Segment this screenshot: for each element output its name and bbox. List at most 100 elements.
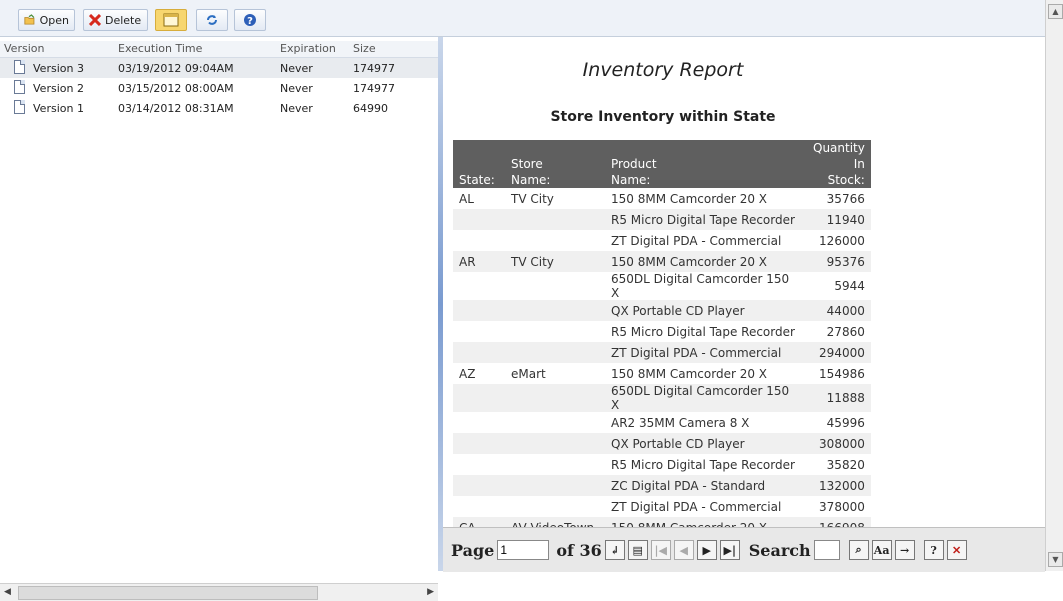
svg-text:?: ? (247, 16, 253, 27)
cell-state (453, 272, 505, 300)
cell-quantity: 5944 (834, 279, 865, 293)
first-page-icon: |◀ (654, 543, 667, 557)
table-row: AL TV City 150 8MM Camcorder 20 X 35766 (453, 188, 871, 209)
cell-store-name (505, 475, 605, 496)
search-input[interactable] (813, 540, 840, 560)
cell-product-name: 650DL Digital Camcorder 150 X (605, 384, 807, 412)
execution-time: 03/14/2012 08:31AM (118, 102, 234, 115)
cell-quantity: 27860 (826, 324, 865, 339)
cell-quantity: 294000 (807, 342, 871, 363)
page-number-input[interactable] (497, 540, 550, 560)
version-name: Version 3 (33, 62, 84, 75)
refresh-button[interactable] (196, 9, 228, 31)
cell-product-name: ZC Digital PDA - Standard (605, 475, 807, 496)
table-row: ZC Digital PDA - Standard 132000 (453, 475, 871, 496)
page-label: Page (451, 540, 495, 560)
cell-quantity: 308000 (807, 433, 871, 454)
cell-product-name: AR2 35MM Camera 8 X (611, 415, 750, 430)
cell-state (453, 300, 505, 321)
table-row: AR2 35MM Camera 8 X 45996 (453, 412, 871, 433)
scroll-down-icon[interactable]: ▼ (1048, 552, 1063, 567)
execution-time: 03/15/2012 08:00AM (118, 82, 234, 95)
version-row[interactable]: Version 3 03/19/2012 09:04AM Never 17497… (0, 58, 438, 78)
toggle-view-button[interactable] (155, 9, 187, 31)
expiration: Never (280, 62, 313, 75)
close-report-button[interactable]: ✕ (946, 540, 967, 560)
match-case-icon: Aa (873, 543, 890, 557)
cell-state: AR (453, 251, 505, 272)
first-page-button[interactable]: |◀ (650, 540, 671, 560)
scroll-left-icon[interactable]: ◀ (4, 587, 11, 597)
table-row: ZT Digital PDA - Commercial 126000 (453, 230, 871, 251)
next-page-button[interactable]: ▶ (696, 540, 717, 560)
vertical-scrollbar[interactable]: ▲ ▼ (1045, 0, 1063, 571)
version-row[interactable]: Version 2 03/15/2012 08:00AM Never 17497… (0, 78, 438, 98)
cell-quantity: 166908 (807, 517, 871, 527)
cell-state: AL (459, 191, 474, 206)
cell-store-name (505, 230, 605, 251)
search-next-button[interactable]: → (894, 540, 915, 560)
table-of-contents-button[interactable]: ▤ (627, 540, 648, 560)
cell-product-name: ZT Digital PDA - Commercial (605, 342, 807, 363)
table-row: QX Portable CD Player 308000 (453, 433, 871, 454)
report-title: Inventory Report (582, 59, 744, 81)
size: 64990 (353, 102, 388, 115)
cell-store-name (505, 496, 605, 517)
help-button-report[interactable]: ? (923, 540, 944, 560)
cell-quantity: 378000 (819, 499, 865, 514)
cell-product-name: 150 8MM Camcorder 20 X (605, 517, 807, 527)
toolbar: Open Delete ? (0, 0, 1045, 37)
cell-state (453, 321, 505, 342)
scroll-up-icon[interactable]: ▲ (1048, 4, 1063, 19)
open-button[interactable]: Open (18, 9, 75, 31)
delete-label: Delete (105, 13, 142, 27)
search-label: Search (748, 540, 811, 560)
open-label: Open (39, 13, 69, 27)
cell-quantity: 11940 (807, 209, 871, 230)
cell-store-name (505, 209, 605, 230)
scroll-thumb[interactable] (18, 586, 318, 600)
go-to-page-button[interactable]: ↲ (604, 540, 625, 560)
column-header-execution-time[interactable]: Execution Time (118, 42, 202, 55)
column-header-version[interactable]: Version (4, 42, 44, 55)
cell-store-name (505, 342, 605, 363)
last-page-button[interactable]: ▶| (719, 540, 740, 560)
report-subtitle: Store Inventory within State (550, 109, 776, 125)
version-row[interactable]: Version 1 03/14/2012 08:31AM Never 64990 (0, 98, 438, 118)
header-product-name: Product Name: (605, 140, 807, 188)
scroll-right-icon[interactable]: ▶ (427, 587, 434, 597)
table-row: ZT Digital PDA - Commercial 378000 (453, 496, 871, 517)
last-page-icon: ▶| (723, 543, 736, 557)
table-header-row: State: Store Name: Product Name: Quantity I… (453, 140, 871, 188)
close-icon: ✕ (952, 543, 962, 557)
document-icon (14, 60, 25, 74)
cell-store-name (505, 272, 605, 300)
cell-state (453, 433, 505, 454)
column-header-expiration[interactable]: Expiration (280, 42, 336, 55)
help-button[interactable]: ? (234, 9, 266, 31)
go-arrow-icon: ↲ (610, 543, 620, 557)
version-name: Version 2 (33, 82, 84, 95)
table-row: R5 Micro Digital Tape Recorder 11940 (453, 209, 871, 230)
delete-button[interactable]: Delete (83, 9, 148, 31)
document-icon (14, 80, 25, 94)
column-header-size[interactable]: Size (353, 42, 376, 55)
previous-page-button[interactable]: ◀ (673, 540, 694, 560)
versions-panel: Version Execution Time Expiration Size V… (0, 37, 438, 601)
table-row: R5 Micro Digital Tape Recorder 35820 (453, 454, 871, 475)
match-case-button[interactable]: Aa (871, 540, 892, 560)
cell-product-name: ZT Digital PDA - Commercial (611, 499, 782, 514)
cell-product-name: 650DL Digital Camcorder 150 X (611, 272, 790, 300)
cell-state (453, 209, 505, 230)
cell-store-name (505, 454, 605, 475)
cell-product-name: 150 8MM Camcorder 20 X (611, 191, 768, 206)
inventory-table: State: Store Name: Product Name: Quantity I… (453, 140, 871, 527)
horizontal-scrollbar[interactable]: ◀ ▶ (0, 583, 438, 601)
table-row: QX Portable CD Player 44000 (453, 300, 871, 321)
previous-page-icon: ◀ (679, 543, 688, 557)
search-button[interactable]: ⌕ (848, 540, 869, 560)
cell-state (453, 496, 505, 517)
cell-store-name (505, 321, 605, 342)
cell-state (453, 342, 505, 363)
execution-time: 03/19/2012 09:04AM (118, 62, 234, 75)
